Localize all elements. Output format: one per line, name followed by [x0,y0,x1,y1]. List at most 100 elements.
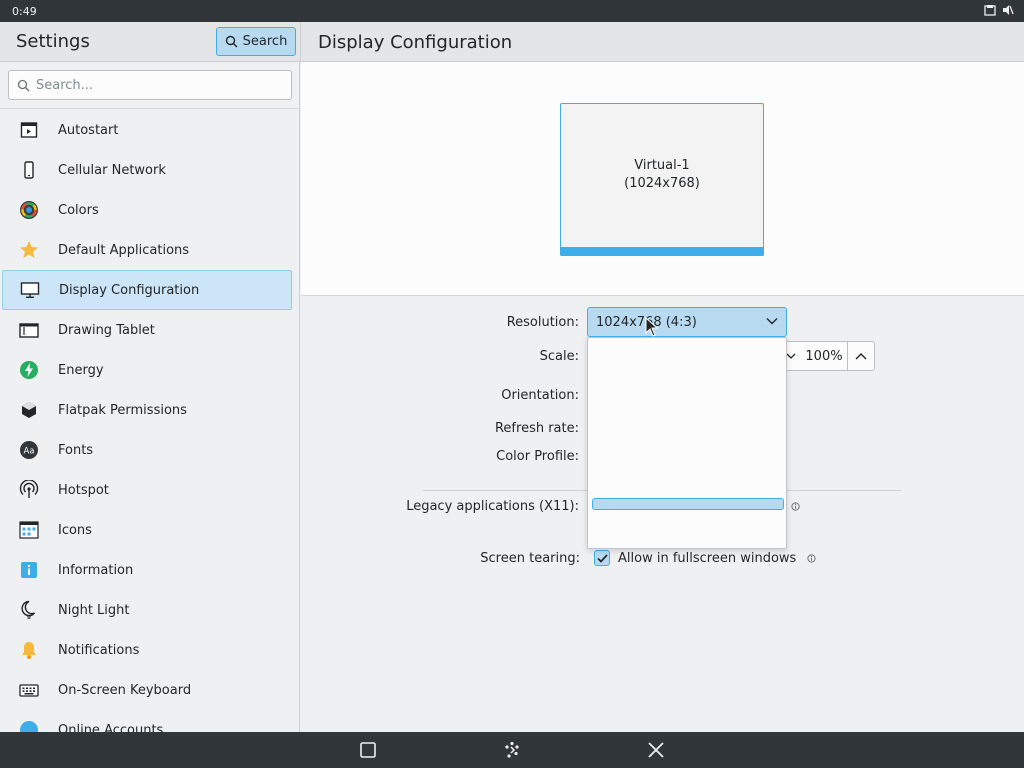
keyboard-icon [18,679,40,701]
clock: 0:49 [12,5,37,18]
sidebar-item-on-screen-keyboard[interactable]: On-Screen Keyboard [0,670,299,710]
info-icon[interactable] [791,502,800,511]
icons-icon [18,519,40,541]
sidebar-item-label: Flatpak Permissions [58,402,187,418]
monitor-virtual-1[interactable]: Virtual-1 (1024x768) [560,103,764,256]
sidebar-item-colors[interactable]: Colors [0,190,299,230]
navigation-bar [0,732,1024,768]
task-switcher-button[interactable] [358,740,378,760]
phone-icon [18,159,40,181]
header-divider [300,22,301,62]
sidebar-item-label: Drawing Tablet [58,322,155,338]
sidebar-item-drawing-tablet[interactable]: Drawing Tablet [0,310,299,350]
sidebar-item-online-accounts[interactable]: Online Accounts [0,710,299,733]
fonts-icon: Aa [18,439,40,461]
sidebar-item-information[interactable]: Information [0,550,299,590]
sidebar-item-label: Hotspot [58,482,109,498]
sidebar-item-label: Cellular Network [58,162,166,178]
sidebar: Autostart Cellular Network Colors Defaul… [0,62,300,732]
divider [0,108,299,109]
chevron-down-icon [786,353,796,359]
flatpak-icon [18,399,40,421]
online-accounts-icon [18,719,40,732]
autostart-icon [18,119,40,141]
sidebar-item-label: Default Applications [58,242,190,258]
monitor-preview-area: Virtual-1 (1024x768) [301,62,1024,296]
sidebar-item-label: Autostart [58,122,119,138]
scale-label: Scale: [539,349,579,364]
night-light-icon [18,599,40,621]
search-button[interactable]: Search [216,27,296,56]
tablet-icon [18,319,40,341]
search-icon [225,35,238,48]
chevron-up-icon [855,353,867,360]
sidebar-search[interactable] [8,70,292,100]
scale-spinbox[interactable]: 100% [781,341,875,371]
monitor-name: Virtual-1 [634,158,690,173]
sidebar-item-label: Fonts [58,442,94,458]
scale-value: 100% [805,349,843,364]
status-bar: 0:49 [0,0,1024,22]
sidebar-item-label: Colors [58,202,99,218]
energy-icon [18,359,40,381]
sidebar-item-default-applications[interactable]: Default Applications [0,230,299,270]
monitor-resolution: (1024x768) [624,176,700,191]
star-icon [18,239,40,261]
sidebar-item-label: Energy [58,362,104,378]
information-icon [18,559,40,581]
sidebar-item-cellular-network[interactable]: Cellular Network [0,150,299,190]
hotspot-icon [18,479,40,501]
volume-muted-icon[interactable] [1002,4,1014,16]
page-title: Display Configuration [318,32,513,53]
sidebar-item-notifications[interactable]: Notifications [0,630,299,670]
orientation-label: Orientation: [501,388,579,403]
refresh-rate-label: Refresh rate: [494,421,579,436]
mouse-cursor-icon [645,317,659,337]
sidebar-item-label: Online Accounts [58,722,164,733]
display-configuration-page: Virtual-1 (1024x768) Resolution: Scale: … [301,62,1024,732]
resolution-combobox[interactable]: 1024x768 (4:3) [587,307,787,337]
screen-tearing-label: Screen tearing: [480,551,580,566]
clipboard-icon[interactable] [984,4,996,16]
info-icon[interactable] [807,554,816,563]
legacy-applications-label: Legacy applications (X11): [406,499,579,514]
sidebar-item-label: Night Light [58,602,130,618]
screen-tearing-checkbox-row[interactable]: Allow in fullscreen windows [594,550,796,566]
sidebar-item-autostart[interactable]: Autostart [0,110,299,150]
chevron-down-icon [766,318,778,325]
dropdown-highlighted-option[interactable] [592,498,784,510]
close-window-button[interactable] [646,740,666,760]
svg-text:Aa: Aa [23,447,34,457]
sidebar-item-label: Display Configuration [59,282,200,298]
scale-increase-button[interactable] [847,342,874,370]
sidebar-item-label: Information [58,562,134,578]
system-tray [984,4,1014,16]
home-icon [505,741,519,758]
search-icon [17,79,30,91]
sidebar-item-flatpak-permissions[interactable]: Flatpak Permissions [0,390,299,430]
sidebar-item-label: On-Screen Keyboard [58,682,192,698]
colors-icon [18,199,40,221]
home-button[interactable] [502,740,522,760]
sidebar-item-display-configuration[interactable]: Display Configuration [2,270,292,310]
sidebar-item-energy[interactable]: Energy [0,350,299,390]
search-input[interactable] [36,77,276,93]
header: Settings Search Display Configuration [0,22,1024,62]
settings-list: Autostart Cellular Network Colors Defaul… [0,110,299,733]
resolution-label: Resolution: [506,315,579,330]
close-icon [648,742,664,758]
search-button-label: Search [242,34,288,49]
sidebar-item-fonts[interactable]: Aa Fonts [0,430,299,470]
bell-icon [18,639,40,661]
resolution-dropdown-popup[interactable] [587,337,787,549]
sidebar-item-night-light[interactable]: Night Light [0,590,299,630]
display-icon [19,279,41,301]
checkmark-icon [596,553,608,563]
sidebar-item-hotspot[interactable]: Hotspot [0,470,299,510]
app-title: Settings [16,31,90,52]
sidebar-item-label: Icons [58,522,92,538]
screen-tearing-checkbox[interactable] [594,550,610,566]
screen-tearing-option-label: Allow in fullscreen windows [618,550,797,566]
sidebar-item-icons[interactable]: Icons [0,510,299,550]
color-profile-label: Color Profile: [496,449,579,464]
